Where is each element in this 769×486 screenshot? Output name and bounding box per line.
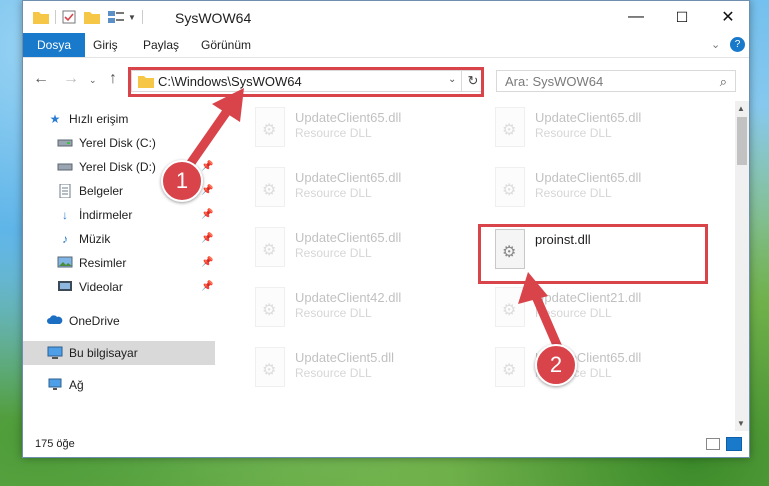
step-1-badge: 1 — [161, 160, 203, 202]
annotation-arrows — [181, 88, 565, 357]
arrow-2-icon — [518, 272, 565, 357]
step-2-badge: 2 — [535, 344, 577, 386]
arrow-1-icon — [181, 88, 244, 175]
